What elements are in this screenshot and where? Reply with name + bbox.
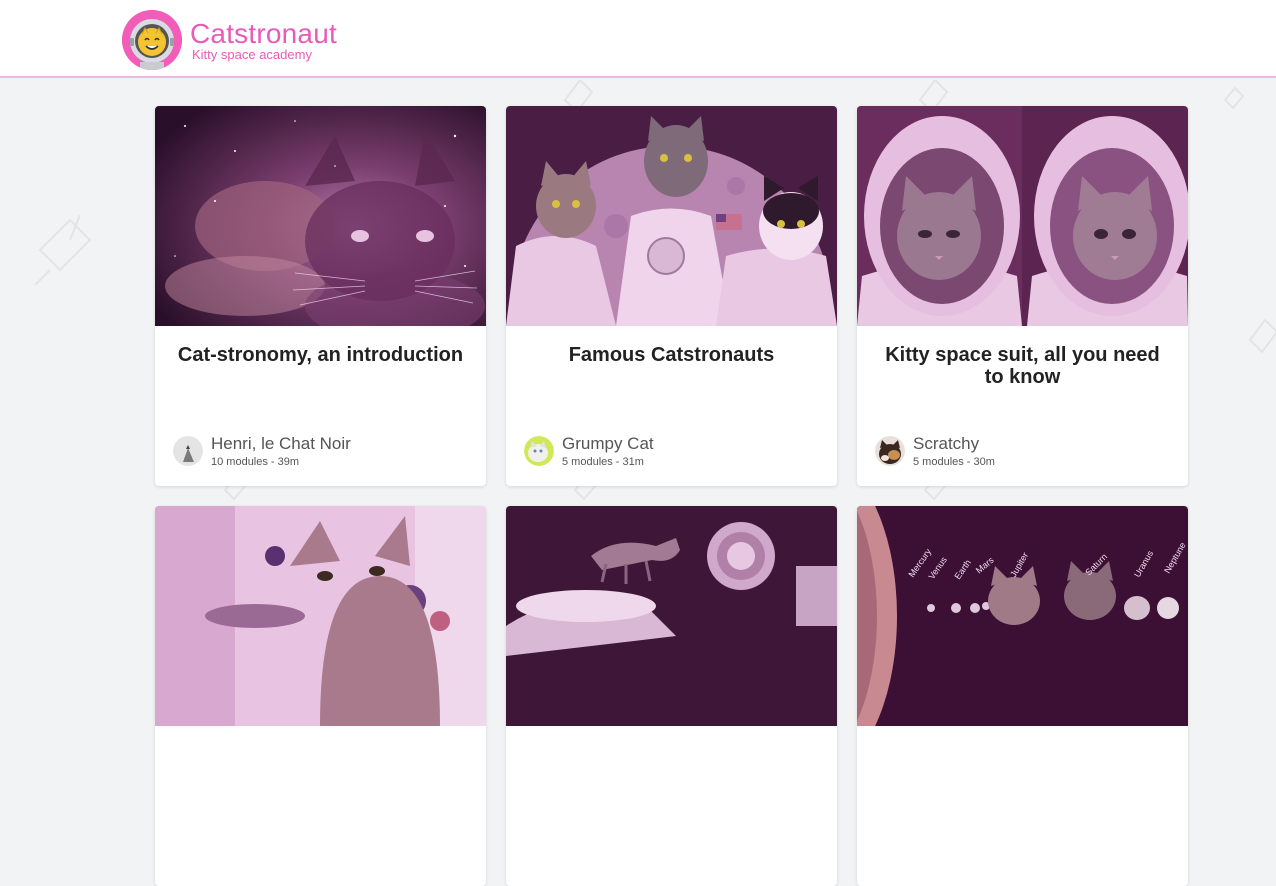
card-title[interactable]: Famous Catstronauts: [524, 344, 819, 366]
site-header: Catstronaut Kitty space academy: [0, 0, 1276, 78]
track-card[interactable]: [506, 506, 837, 886]
solar-system-cats-image: Mercury Venus Earth Mars Jupiter Saturn …: [857, 506, 1188, 726]
cats-in-helmets-image: [857, 106, 1188, 326]
cat-with-planets-image: [155, 506, 486, 726]
track-meta: 5 modules - 30m: [913, 456, 995, 468]
nebula-cat-image: [155, 106, 486, 326]
track-card[interactable]: Mercury Venus Earth Mars Jupiter Saturn …: [857, 506, 1188, 886]
grumpy-cat-avatar: [524, 436, 554, 466]
site-subtitle: Kitty space academy: [192, 47, 312, 62]
site-title[interactable]: Catstronaut: [190, 18, 337, 50]
astronaut-cats-moon-image: [506, 106, 837, 326]
card-title[interactable]: Kitty space suit, all you need to know: [875, 344, 1170, 388]
author-name: Henri, le Chat Noir: [211, 434, 351, 453]
author-name: Grumpy Cat: [562, 434, 654, 453]
card-title[interactable]: Cat-stronomy, an introduction: [173, 344, 468, 366]
logo[interactable]: [122, 10, 182, 70]
cat-on-spacecraft-image: [506, 506, 837, 726]
scratchy-cat-avatar: [875, 436, 905, 466]
track-card[interactable]: [155, 506, 486, 886]
track-card[interactable]: Cat-stronomy, an introduction Henri, le …: [155, 106, 486, 486]
track-card[interactable]: Kitty space suit, all you need to know S…: [857, 106, 1188, 486]
track-meta: 5 modules - 31m: [562, 456, 644, 468]
black-cat-avatar: [173, 436, 203, 466]
author-name: Scratchy: [913, 434, 980, 453]
astronaut-cat-emoji-icon: [122, 10, 182, 70]
track-meta: 10 modules - 39m: [211, 456, 300, 468]
track-card[interactable]: Famous Catstronauts Grumpy Cat 5 modules…: [506, 106, 837, 486]
